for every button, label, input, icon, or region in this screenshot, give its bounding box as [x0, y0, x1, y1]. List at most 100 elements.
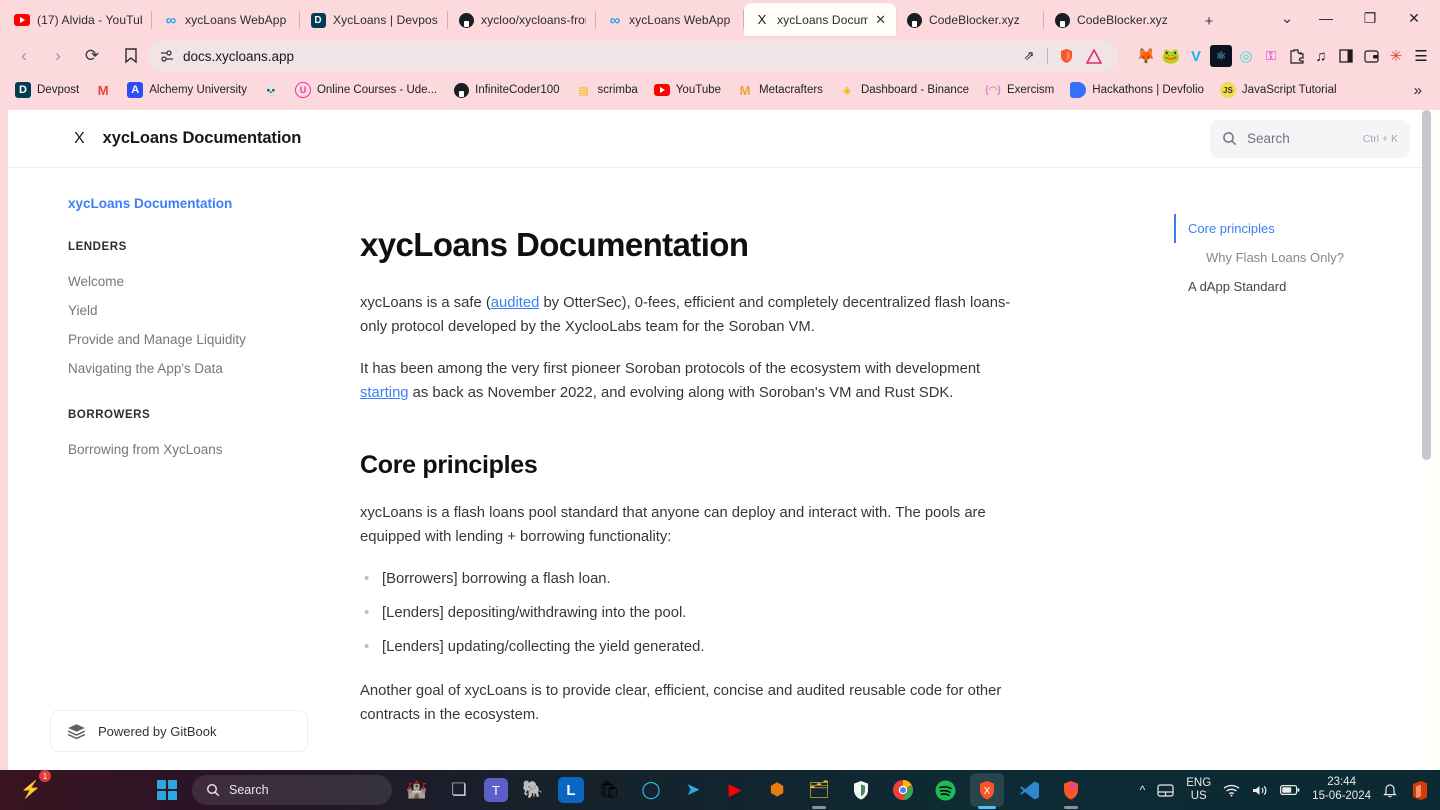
p2-part-b: as back as November 2022, and evolving a… — [408, 384, 954, 401]
blender-icon[interactable]: ⬢ — [760, 773, 794, 807]
toc-item-a-dapp-standard[interactable]: A dApp Standard — [1174, 272, 1432, 301]
tray-overflow-icon[interactable]: ^ — [1140, 783, 1146, 797]
sidebar-item-provide-manage-liquidity[interactable]: Provide and Manage Liquidity — [68, 325, 360, 354]
linkedin-icon[interactable]: L — [558, 777, 584, 803]
taskbar-search[interactable]: Search — [192, 775, 392, 805]
taskbar-search-placeholder: Search — [229, 783, 269, 797]
language-indicator[interactable]: ENG US — [1186, 777, 1211, 803]
browser-tab[interactable]: ∞ xycLoans WebApp — [595, 4, 744, 36]
notification-app-icon[interactable]: ⚡ 1 — [14, 770, 51, 807]
tab-title: xycLoans WebApp — [185, 13, 287, 27]
page-scrollbar[interactable] — [1421, 110, 1432, 770]
sidebar-item-yield[interactable]: Yield — [68, 296, 360, 325]
bookmark-item[interactable]: InfiniteCoder100 — [446, 79, 566, 101]
share-icon[interactable]: ⇗ — [1016, 43, 1042, 69]
bookmark-item[interactable]: ◈ Dashboard - Binance — [832, 79, 976, 101]
clock[interactable]: 23:44 15-06-2024 — [1312, 776, 1371, 803]
sidebar-item-welcome[interactable]: Welcome — [68, 267, 360, 296]
bookmark-item[interactable]: U Online Courses - Ude... — [288, 79, 444, 101]
google-chrome-icon[interactable] — [886, 773, 920, 807]
brave-browser-icon[interactable] — [844, 773, 878, 807]
microsoft-store-icon[interactable]: 🛍 — [592, 773, 626, 807]
music-extension-icon[interactable]: ♫ — [1310, 45, 1332, 67]
brave-rewards-icon[interactable] — [1081, 43, 1107, 69]
office-icon[interactable] — [1409, 780, 1430, 801]
bookmark-item[interactable]: M Metacrafters — [730, 79, 830, 101]
bookmark-item[interactable]: ▤ scrimba — [569, 79, 645, 101]
site-logo[interactable]: X — [74, 130, 85, 148]
puzzle-extensions-icon[interactable] — [1285, 45, 1307, 67]
sidebar-item-borrowing-from-xycloans[interactable]: Borrowing from XycLoans — [68, 435, 360, 464]
volume-icon[interactable] — [1252, 784, 1268, 797]
sidebar-panel-icon[interactable] — [1335, 45, 1357, 67]
youtube-icon[interactable]: ▶ — [718, 773, 752, 807]
metacrafters-icon: M — [739, 82, 751, 98]
brave-second-icon[interactable] — [1054, 773, 1088, 807]
start-button[interactable] — [150, 773, 184, 807]
starting-link[interactable]: starting — [360, 385, 409, 401]
bookmark-icon[interactable] — [114, 41, 148, 71]
spotify-icon[interactable] — [928, 773, 962, 807]
bookmark-label: JavaScript Tutorial — [1241, 84, 1337, 96]
bookmark-item[interactable]: Hackathons | Devfolio — [1063, 79, 1211, 101]
browser-tab[interactable]: ∞ xycLoans WebApp — [151, 4, 300, 36]
browser-tab-active[interactable]: X xycLoans Docum ✕ — [743, 3, 896, 36]
bookmark-item[interactable]: M — [88, 79, 118, 101]
password-manager-extension-icon[interactable]: ⚿ — [1260, 45, 1282, 67]
microsoft-teams-icon[interactable]: T — [484, 778, 508, 802]
core-principles-list: [Borrowers] borrowing a flash loan. [Len… — [360, 567, 1032, 660]
brave-active-icon[interactable]: X — [970, 773, 1004, 807]
wifi-icon[interactable] — [1223, 784, 1240, 797]
close-tab-icon[interactable]: ✕ — [875, 13, 886, 26]
bookmark-item[interactable]: {◠} Exercism — [978, 79, 1061, 101]
browser-tab[interactable]: (17) Alvida - YouTube — [4, 4, 152, 36]
browser-tab[interactable]: CodeBlocker.xyz — [1043, 4, 1192, 36]
sidebar-space-title[interactable]: xycLoans Documentation — [68, 196, 360, 211]
search-input[interactable]: Search Ctrl + K — [1210, 119, 1410, 158]
audited-link[interactable]: audited — [491, 295, 540, 311]
minimize-button[interactable]: — — [1304, 0, 1348, 36]
browser-tab[interactable]: xycloo/xycloans-front — [447, 4, 596, 36]
bookmarks-overflow-button[interactable]: » — [1404, 82, 1432, 99]
microsoft-edge-icon[interactable]: ◯ — [634, 773, 668, 807]
address-bar[interactable]: docs.xycloans.app ⇗ — [148, 41, 1119, 71]
notification-icon[interactable] — [1383, 783, 1397, 798]
brave-shields-icon[interactable] — [1053, 43, 1079, 69]
telegram-icon[interactable]: ➤ — [676, 773, 710, 807]
browser-tab[interactable]: D XycLoans | Devpost — [299, 4, 448, 36]
frog-wallet-extension-icon[interactable]: 🐸 — [1160, 45, 1182, 67]
widgets-weather-icon[interactable]: 🏰 — [400, 773, 434, 807]
task-view-icon[interactable]: ❏ — [442, 773, 476, 807]
browser-tab[interactable]: CodeBlocker.xyz — [896, 4, 1044, 36]
battery-icon[interactable] — [1280, 784, 1300, 796]
tab-search-icon[interactable]: ⌄ — [1270, 3, 1304, 33]
react-devtools-extension-icon[interactable]: ⚛ — [1210, 45, 1232, 67]
reload-button[interactable]: ⟳ — [76, 41, 108, 71]
toc-item-core-principles[interactable]: Core principles — [1174, 214, 1432, 243]
tune-icon[interactable] — [160, 49, 174, 63]
wallet-extension-icon[interactable] — [1360, 45, 1382, 67]
forward-button[interactable]: › — [42, 41, 74, 71]
browser-menu-icon[interactable]: ☰ — [1410, 45, 1432, 67]
bookmark-item[interactable]: A Alchemy University — [120, 79, 254, 101]
bookmark-item[interactable]: 💀 — [256, 79, 286, 101]
back-button[interactable]: ‹ — [8, 41, 40, 71]
vimeo-extension-icon[interactable]: V — [1185, 45, 1207, 67]
new-tab-button[interactable]: + — [1192, 6, 1226, 36]
sidebar-item-navigating-app-data[interactable]: Navigating the App's Data — [68, 354, 360, 383]
file-explorer-icon[interactable]: 🗂 — [802, 773, 836, 807]
toc-item-why-flash-loans-only[interactable]: Why Flash Loans Only? — [1174, 243, 1432, 272]
freighter-wallet-icon[interactable]: ✳ — [1385, 45, 1407, 67]
vs-code-icon[interactable] — [1012, 773, 1046, 807]
evernote-icon[interactable]: 🐘 — [516, 773, 550, 807]
bookmark-item[interactable]: D Devpost — [8, 79, 86, 101]
scrollbar-thumb[interactable] — [1422, 110, 1431, 460]
bookmark-item[interactable]: YouTube — [647, 79, 728, 101]
powered-by-gitbook[interactable]: Powered by GitBook — [50, 710, 308, 752]
metamask-extension-icon[interactable]: 🦊 — [1135, 45, 1157, 67]
orbit-extension-icon[interactable]: ◎ — [1235, 45, 1257, 67]
maximize-button[interactable]: ❐ — [1348, 0, 1392, 36]
close-window-button[interactable]: ✕ — [1392, 0, 1436, 36]
bookmark-item[interactable]: JS JavaScript Tutorial — [1213, 79, 1344, 101]
touchpad-icon[interactable] — [1157, 783, 1174, 797]
